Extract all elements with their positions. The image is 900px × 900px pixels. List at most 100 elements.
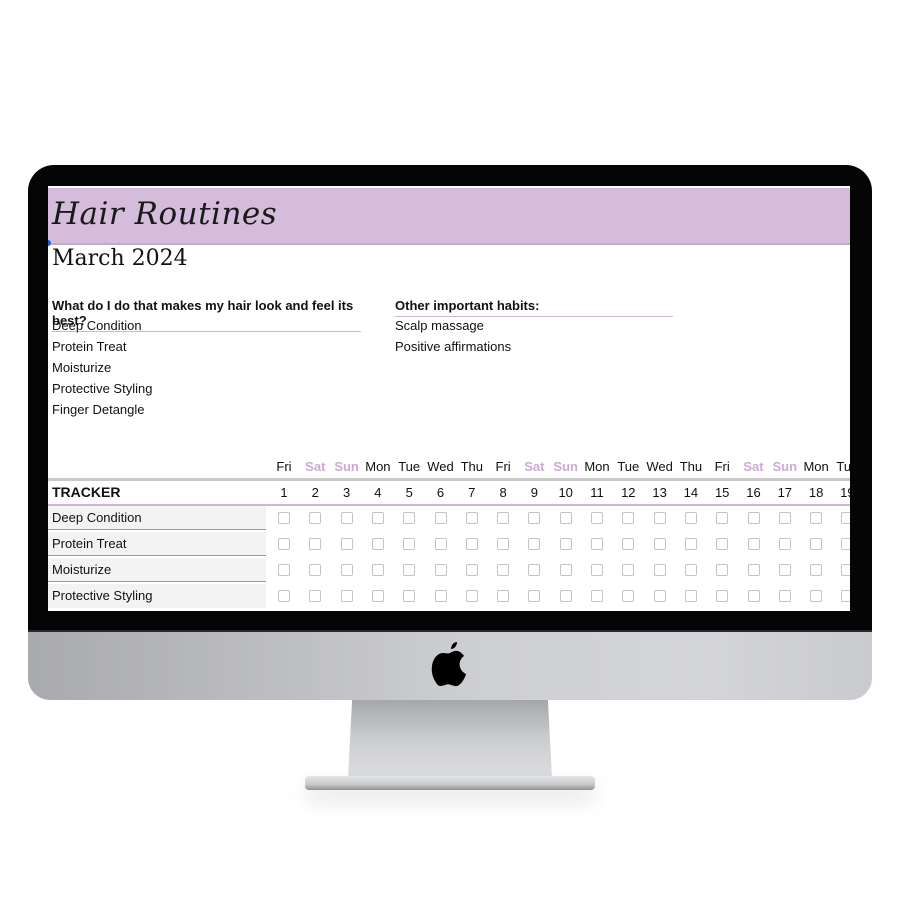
date-label: 7 [468,485,476,500]
tracker-checkbox[interactable] [747,590,760,602]
tracker-checkbox[interactable] [684,512,697,524]
weekday-label: Tue [617,459,640,474]
tracker-checkbox[interactable] [653,538,666,550]
tracker-checkbox[interactable] [559,590,572,602]
weekday-label: Sun [334,459,359,474]
tracker-checkbox[interactable] [591,512,603,524]
tracker-checkbox[interactable] [497,538,510,550]
tracker-checkbox[interactable] [465,564,478,576]
tracker-checkbox[interactable] [591,538,603,550]
tracker-checkbox[interactable] [465,538,478,550]
tracker-checkbox[interactable] [841,538,850,550]
tracker-checkbox[interactable] [684,590,697,602]
weekday-label: Sat [305,459,326,474]
best-list-item[interactable]: Deep Condition [52,318,142,333]
tracker-checkbox[interactable] [622,590,635,602]
tracker-checkbox[interactable] [278,564,290,576]
tracker-checkbox[interactable] [434,564,447,576]
tracker-checkbox[interactable] [403,590,416,602]
date-label: 5 [405,485,413,500]
tracker-checkbox[interactable] [309,538,322,550]
best-list-item[interactable]: Moisturize [52,360,111,375]
tracker-checkbox[interactable] [747,564,760,576]
tracker-checkbox[interactable] [559,538,572,550]
tracker-checkbox[interactable] [653,512,666,524]
tracker-checkbox[interactable] [684,538,697,550]
tracker-checkbox[interactable] [591,590,603,602]
tracker-checkbox[interactable] [841,564,850,576]
tracker-checkbox[interactable] [810,538,823,550]
habit-list-item[interactable]: Positive affirmations [395,339,511,354]
weekday-label: Wed [427,459,454,474]
date-label: 3 [342,485,351,500]
tracker-checkbox[interactable] [465,512,478,524]
monitor-stand [348,700,552,778]
tracker-checkbox[interactable] [778,590,791,602]
tracker-checkbox[interactable] [278,590,290,602]
weekday-label: Mon [584,459,610,474]
tracker-checkbox[interactable] [528,590,541,602]
tracker-checkbox[interactable] [528,538,541,550]
tracker-checkbox[interactable] [591,564,603,576]
weekday-label: Mon [803,459,829,474]
tracker-checkbox[interactable] [497,590,510,602]
tracker-checkbox[interactable] [497,512,510,524]
tracker-checkbox[interactable] [841,512,850,524]
tracker-checkbox[interactable] [278,538,290,550]
tracker-checkbox[interactable] [340,538,353,550]
tracker-checkbox[interactable] [403,564,416,576]
date-label: 12 [621,485,636,500]
tracker-checkbox[interactable] [528,512,541,524]
tracker-checkbox[interactable] [622,512,635,524]
tracker-checkbox[interactable] [434,538,447,550]
tracker-checkbox[interactable] [309,512,322,524]
tracker-checkbox[interactable] [371,512,384,524]
tracker-checkbox[interactable] [653,590,666,602]
tracker-checkbox[interactable] [810,564,823,576]
tracker-checkbox[interactable] [309,590,322,602]
tracker-checkbox[interactable] [371,590,384,602]
tracker-checkbox[interactable] [716,590,729,602]
tracker-checkbox[interactable] [278,512,290,524]
best-list-item[interactable]: Finger Detangle [52,402,145,417]
tracker-checkbox[interactable] [810,590,823,602]
tracker-label: TRACKER [52,484,121,500]
weekday-label: Sun [772,459,798,474]
best-list-item[interactable]: Protective Styling [52,381,152,396]
tracker-checkbox[interactable] [309,564,322,576]
tracker-checkbox[interactable] [559,564,572,576]
tracker-checkbox[interactable] [747,512,760,524]
date-label: 4 [374,485,382,500]
tracker-checkbox[interactable] [778,512,791,524]
tracker-checkbox[interactable] [747,538,760,550]
tracker-checkbox[interactable] [810,512,823,524]
tracker-checkbox[interactable] [841,590,850,602]
tracker-checkbox[interactable] [559,512,572,524]
weekday-label: Sun [553,459,578,474]
tracker-checkbox[interactable] [340,564,353,576]
tracker-checkbox[interactable] [684,564,697,576]
tracker-checkbox[interactable] [434,512,447,524]
tracker-checkbox[interactable] [716,538,729,550]
tracker-checkbox[interactable] [778,564,791,576]
tracker-checkbox[interactable] [622,564,635,576]
tracker-checkbox[interactable] [403,538,416,550]
habit-list-item[interactable]: Scalp massage [395,318,484,333]
tracker-checkbox[interactable] [716,512,729,524]
tracker-checkbox[interactable] [340,590,353,602]
tracker-checkbox[interactable] [653,564,666,576]
selection-handle[interactable] [48,240,51,246]
tracker-checkbox[interactable] [465,590,478,602]
tracker-checkbox[interactable] [403,512,416,524]
tracker-checkbox[interactable] [622,538,635,550]
best-list-item[interactable]: Protein Treat [52,339,126,354]
tracker-checkbox[interactable] [371,564,384,576]
tracker-checkbox[interactable] [371,538,384,550]
tracker-checkbox[interactable] [716,564,729,576]
tracker-checkbox[interactable] [434,590,447,602]
tracker-checkbox[interactable] [778,538,791,550]
tracker-checkbox[interactable] [340,512,353,524]
tracker-checkbox[interactable] [497,564,510,576]
date-label: 14 [683,485,699,500]
tracker-checkbox[interactable] [528,564,541,576]
